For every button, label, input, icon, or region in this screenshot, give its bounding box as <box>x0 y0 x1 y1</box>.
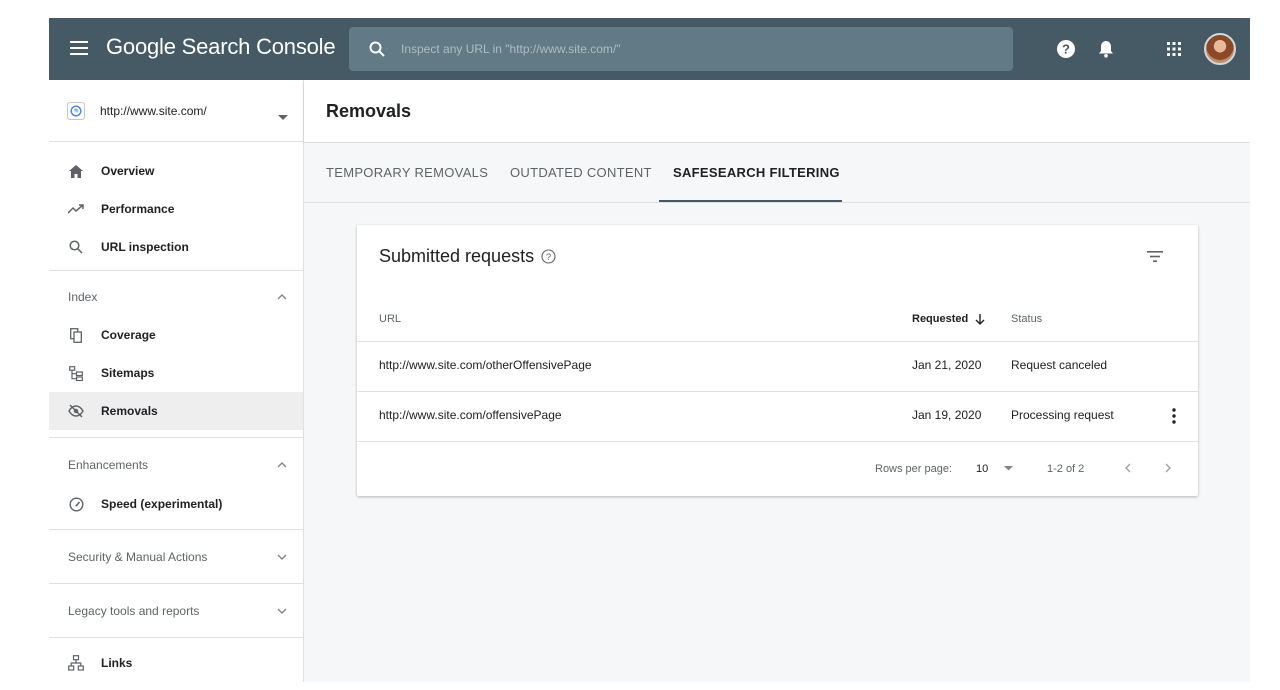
hamburger-menu-icon[interactable] <box>67 36 91 60</box>
home-icon <box>67 162 85 180</box>
submitted-requests-card: Submitted requests ? URL Requested Statu… <box>357 225 1198 496</box>
sidebar-item-label: Links <box>101 656 133 670</box>
coverage-icon <box>67 326 85 344</box>
globe-icon <box>67 102 85 120</box>
table-divider <box>357 391 1198 392</box>
removal-tabs: TEMPORARY REMOVALS OUTDATED CONTENT SAFE… <box>304 143 1250 203</box>
sidebar-item-speed[interactable]: Speed (experimental) <box>49 485 303 523</box>
property-selector[interactable]: http://www.site.com/ <box>49 80 303 142</box>
table-divider <box>357 341 1198 342</box>
caret-down-icon[interactable] <box>999 459 1017 477</box>
sidebar-item-links[interactable]: Links <box>49 644 303 682</box>
sidebar-item-label: Overview <box>101 164 155 178</box>
sidebar-divider <box>49 529 303 530</box>
card-title: Submitted requests ? <box>379 246 556 267</box>
chevron-up-icon <box>275 290 289 304</box>
rows-per-page-label: Rows per page: <box>875 463 953 475</box>
chevron-right-icon[interactable] <box>1159 459 1177 477</box>
sitemap-icon <box>67 364 85 382</box>
arrow-down-icon <box>975 313 985 325</box>
filter-list-icon[interactable] <box>1144 245 1166 267</box>
app-logo[interactable]: Google Search Console <box>106 34 336 60</box>
sidebar-item-label: Speed (experimental) <box>101 497 223 511</box>
sidebar-item-coverage[interactable]: Coverage <box>49 316 303 354</box>
row-status: Processing request <box>1011 408 1114 422</box>
sidebar-divider <box>49 437 303 438</box>
sidebar-nav: http://www.site.com/ Overview Performanc… <box>49 80 304 682</box>
sidebar-section-enhancements[interactable]: Enhancements <box>49 445 303 485</box>
search-icon <box>67 238 85 256</box>
search-icon <box>367 39 387 59</box>
trending-up-icon <box>67 200 85 218</box>
speed-gauge-icon <box>67 495 85 513</box>
sidebar-section-legacy[interactable]: Legacy tools and reports <box>49 591 303 631</box>
svg-text:?: ? <box>545 252 550 263</box>
removals-eye-off-icon <box>67 402 85 420</box>
chevron-up-icon <box>275 458 289 472</box>
section-label: Security & Manual Actions <box>68 550 208 564</box>
sidebar-section-security[interactable]: Security & Manual Actions <box>49 537 303 577</box>
sidebar-item-performance[interactable]: Performance <box>49 190 303 228</box>
section-label: Legacy tools and reports <box>68 604 200 618</box>
sidebar-divider <box>49 637 303 638</box>
sidebar-item-label: Removals <box>101 404 158 418</box>
column-header-label: Requested <box>912 313 969 325</box>
page-title: Removals <box>326 101 412 121</box>
column-header-requested[interactable]: Requested <box>912 313 985 325</box>
table-divider <box>357 441 1198 442</box>
row-requested-date: Jan 19, 2020 <box>912 408 982 422</box>
tab-safesearch-filtering[interactable]: SAFESEARCH FILTERING <box>673 165 840 180</box>
user-avatar[interactable] <box>1204 33 1236 65</box>
property-label: http://www.site.com/ <box>100 104 207 118</box>
active-tab-indicator <box>659 200 842 202</box>
row-url: http://www.site.com/otherOffensivePage <box>379 358 592 372</box>
svg-text:?: ? <box>1062 42 1070 57</box>
notifications-bell-icon[interactable] <box>1094 37 1118 61</box>
chevron-down-icon <box>275 550 289 564</box>
section-label: Index <box>68 290 98 304</box>
main-content: Removals TEMPORARY REMOVALS OUTDATED CON… <box>304 80 1250 682</box>
column-header-url: URL <box>379 313 402 325</box>
row-url: http://www.site.com/offensivePage <box>379 408 562 422</box>
more-vert-icon[interactable] <box>1167 405 1181 427</box>
sidebar-divider <box>49 583 303 584</box>
sidebar-item-label: URL inspection <box>101 240 189 254</box>
section-label: Enhancements <box>68 458 149 472</box>
rows-per-page-select[interactable]: 10 <box>976 463 988 475</box>
url-inspection-search[interactable] <box>349 27 1013 71</box>
sidebar-item-label: Performance <box>101 202 175 216</box>
help-circle-icon[interactable]: ? <box>540 249 556 265</box>
app-frame: Google Search Console ? htt <box>49 18 1250 682</box>
top-app-bar: Google Search Console ? <box>49 18 1250 80</box>
chevron-left-icon[interactable] <box>1119 459 1137 477</box>
search-input[interactable] <box>401 42 961 56</box>
sidebar-item-label: Coverage <box>101 328 156 342</box>
pagination-range: 1-2 of 2 <box>1047 463 1085 475</box>
sidebar-divider <box>49 270 303 271</box>
column-header-status: Status <box>1011 313 1043 325</box>
card-title-text: Submitted requests <box>379 246 535 266</box>
row-requested-date: Jan 21, 2020 <box>912 358 982 372</box>
sidebar-item-sitemaps[interactable]: Sitemaps <box>49 354 303 392</box>
page-header: Removals <box>304 80 1250 142</box>
sidebar-item-removals[interactable]: Removals <box>49 392 303 430</box>
sidebar-item-label: Sitemaps <box>101 366 155 380</box>
chevron-down-icon <box>275 604 289 618</box>
sidebar-section-index[interactable]: Index <box>49 277 303 317</box>
caret-down-icon <box>278 108 288 126</box>
help-icon[interactable]: ? <box>1054 37 1078 61</box>
tab-outdated-content[interactable]: OUTDATED CONTENT <box>510 165 652 180</box>
row-status: Request canceled <box>1011 358 1108 372</box>
sidebar-item-overview[interactable]: Overview <box>49 152 303 190</box>
tab-temporary-removals[interactable]: TEMPORARY REMOVALS <box>326 165 488 180</box>
sidebar-item-url-inspection[interactable]: URL inspection <box>49 228 303 266</box>
links-hierarchy-icon <box>67 654 85 672</box>
apps-grid-icon[interactable] <box>1162 37 1186 61</box>
